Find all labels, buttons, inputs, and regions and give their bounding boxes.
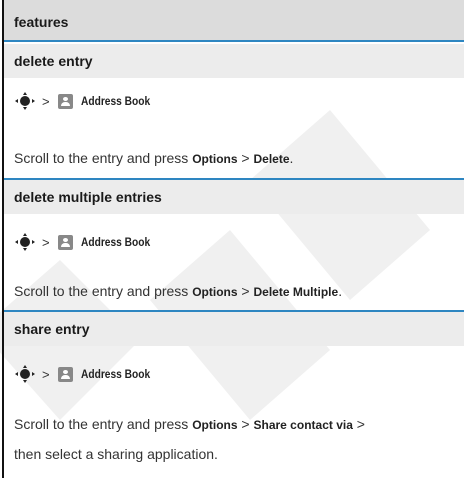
nav-app-name: Address Book <box>80 94 150 108</box>
key-options: Options <box>192 285 238 299</box>
nav-app-name: Address Book <box>80 367 150 381</box>
key-delete: Delete <box>253 152 290 166</box>
instruction-text: Scroll to the entry and press Options > … <box>14 150 294 166</box>
address-book-icon <box>57 366 73 382</box>
instruction-text: Scroll to the entry and press Options > … <box>14 283 343 299</box>
key-delete-multiple: Delete Multiple <box>253 285 339 299</box>
key-share-contact-via: Share contact via <box>253 418 353 432</box>
nav-key-icon <box>15 233 35 251</box>
nav-key-icon <box>15 365 35 383</box>
section-title-text: delete entry <box>14 53 93 69</box>
feature-table: features delete entry > Address Book Scr… <box>0 0 464 478</box>
nav-separator: > <box>42 234 50 250</box>
nav-path: > Address Book <box>14 364 162 384</box>
key-options: Options <box>192 152 238 166</box>
section-title-text: share entry <box>14 321 90 337</box>
nav-separator: > <box>42 366 50 382</box>
section-title-share-entry: share entry <box>4 312 464 346</box>
nav-path: > Address Book <box>14 91 162 111</box>
instruction-text: Scroll to the entry and press Options > … <box>14 416 365 432</box>
nav-app-name: Address Book <box>80 235 150 249</box>
section-title-text: delete multiple entries <box>14 189 162 205</box>
address-book-icon <box>57 234 73 250</box>
instruction-text-line2: then select a sharing application. <box>14 446 218 462</box>
nav-key-icon <box>15 92 35 110</box>
nav-path: > Address Book <box>14 232 162 252</box>
address-book-icon <box>57 93 73 109</box>
section-title-delete-multiple: delete multiple entries <box>4 180 464 214</box>
table-header-title: features <box>14 14 69 30</box>
nav-separator: > <box>42 93 50 109</box>
table-header: features <box>4 0 464 42</box>
section-title-delete-entry: delete entry <box>4 44 464 78</box>
key-options: Options <box>192 418 238 432</box>
